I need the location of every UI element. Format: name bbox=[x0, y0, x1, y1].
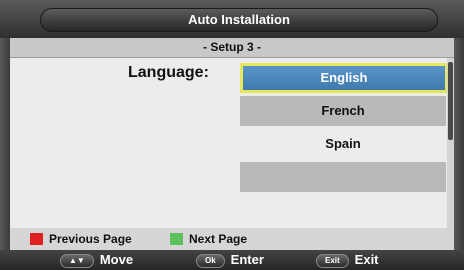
content-area: Language: English French Spain bbox=[10, 58, 454, 228]
previous-page-legend[interactable]: Previous Page bbox=[30, 232, 132, 246]
language-option-french[interactable]: French bbox=[240, 96, 446, 126]
scrollbar[interactable] bbox=[447, 58, 454, 228]
language-list[interactable]: English French Spain bbox=[240, 63, 448, 195]
red-button-icon bbox=[30, 233, 43, 245]
scroll-thumb[interactable] bbox=[448, 62, 453, 140]
title-bar: Auto Installation bbox=[0, 0, 464, 38]
legend-bar: Previous Page Next Page bbox=[10, 228, 454, 250]
window-title: Auto Installation bbox=[188, 12, 290, 27]
next-page-legend[interactable]: Next Page bbox=[170, 232, 247, 246]
title-pill: Auto Installation bbox=[40, 8, 438, 32]
ok-key-icon: Ok bbox=[196, 254, 225, 268]
setup-window: Auto Installation - Setup 3 - Language: … bbox=[0, 0, 464, 270]
exit-key-icon: Exit bbox=[316, 254, 349, 268]
exit-label: Exit bbox=[354, 252, 379, 267]
hint-bar: ▲▼ Move Ok Enter Exit Exit bbox=[0, 250, 464, 270]
language-option-english[interactable]: English bbox=[240, 63, 448, 93]
language-option-spain[interactable]: Spain bbox=[240, 129, 446, 159]
green-button-icon bbox=[170, 233, 183, 245]
enter-label: Enter bbox=[230, 252, 264, 267]
up-down-arrows-icon: ▲▼ bbox=[60, 254, 94, 268]
exit-hint: Exit Exit bbox=[316, 252, 379, 268]
previous-page-label: Previous Page bbox=[49, 232, 132, 246]
move-hint: ▲▼ Move bbox=[60, 252, 134, 268]
enter-hint: Ok Enter bbox=[196, 252, 264, 268]
left-border bbox=[0, 38, 10, 250]
setup-step: - Setup 3 - bbox=[202, 40, 261, 54]
move-label: Move bbox=[99, 252, 134, 267]
right-border bbox=[454, 38, 464, 250]
language-label: Language: bbox=[128, 64, 209, 81]
subtitle-bar: - Setup 3 - bbox=[10, 38, 454, 58]
next-page-label: Next Page bbox=[189, 232, 248, 246]
language-option-empty[interactable] bbox=[240, 162, 446, 192]
